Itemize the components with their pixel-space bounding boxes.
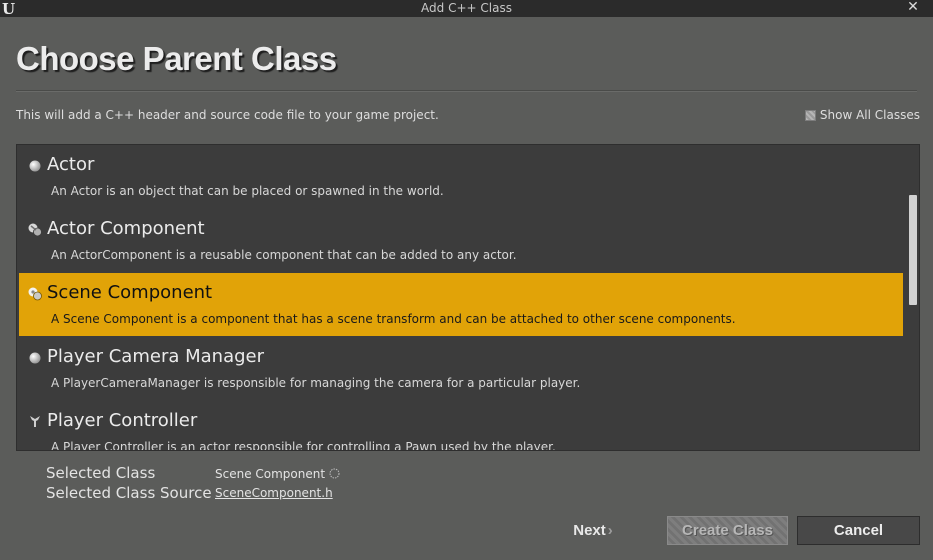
- show-all-classes-toggle[interactable]: Show All Classes: [804, 108, 920, 122]
- class-row-actor-component[interactable]: Actor Component An ActorComponent is a r…: [19, 209, 903, 272]
- class-row-scene-component[interactable]: Scene Component A Scene Component is a c…: [19, 273, 903, 336]
- next-button-label: Next: [573, 522, 606, 539]
- selected-class-name: Scene Component: [215, 467, 326, 481]
- class-row-actor[interactable]: Actor An Actor is an object that can be …: [19, 145, 903, 208]
- class-row-player-controller[interactable]: Player Controller A Player Controller is…: [19, 401, 903, 451]
- next-button[interactable]: Next ›: [560, 516, 626, 545]
- class-description: A Scene Component is a component that ha…: [51, 312, 736, 326]
- class-description: A PlayerCameraManager is responsible for…: [51, 376, 581, 390]
- class-name: Actor: [47, 154, 95, 175]
- window-title: Add C++ Class: [421, 1, 512, 15]
- actor-component-icon: [28, 223, 42, 237]
- cancel-button[interactable]: Cancel: [797, 516, 920, 545]
- selected-class-source-link[interactable]: SceneComponent.h: [215, 486, 333, 500]
- class-description: An Actor is an object that can be placed…: [51, 184, 444, 198]
- create-class-button[interactable]: Create Class: [667, 516, 788, 545]
- page-description: This will add a C++ header and source co…: [16, 108, 439, 122]
- actor-icon: [29, 160, 41, 172]
- title-bar: U Add C++ Class ✕: [0, 0, 933, 17]
- list-scrollbar[interactable]: [909, 195, 917, 305]
- class-name: Scene Component: [47, 282, 213, 303]
- show-all-classes-label: Show All Classes: [819, 108, 920, 122]
- selected-class-value: Scene Component: [215, 467, 340, 481]
- scene-component-icon: [28, 287, 42, 301]
- close-button[interactable]: ✕: [893, 0, 933, 17]
- page-title: Choose Parent Class: [16, 40, 337, 77]
- divider: [16, 90, 917, 91]
- class-name: Player Controller: [47, 410, 198, 431]
- class-description: An ActorComponent is a reusable componen…: [51, 248, 517, 262]
- class-name: Actor Component: [47, 218, 205, 239]
- class-name: Player Camera Manager: [47, 346, 264, 367]
- show-all-classes-checkbox[interactable]: [804, 109, 816, 121]
- class-description: A Player Controller is an actor responsi…: [51, 440, 556, 451]
- class-row-player-camera-manager[interactable]: Player Camera Manager A PlayerCameraMana…: [19, 337, 903, 400]
- player-controller-icon: [30, 416, 40, 427]
- selected-class-source-label: Selected Class Source: [46, 484, 212, 502]
- help-icon[interactable]: [329, 468, 340, 479]
- player-camera-manager-icon: [29, 352, 41, 364]
- class-list[interactable]: Actor An Actor is an object that can be …: [16, 144, 920, 451]
- selected-class-label: Selected Class: [46, 464, 156, 482]
- chevron-right-icon: ›: [607, 522, 613, 539]
